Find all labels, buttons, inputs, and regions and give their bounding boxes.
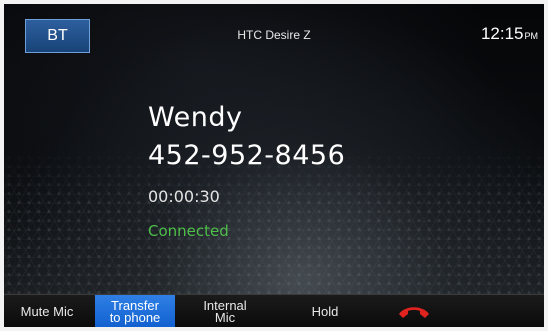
call-action-bar: Mute Mic Transfer to phone Internal Mic … [4, 294, 544, 327]
hold-button[interactable]: Hold [287, 295, 363, 327]
internal-mic-button[interactable]: Internal Mic [184, 295, 266, 327]
internal-label-line2: Mic [214, 309, 236, 325]
clock-time: 12:15 [480, 24, 524, 43]
call-duration: 00:00:30 [148, 187, 220, 206]
end-call-button[interactable] [374, 295, 454, 327]
bt-button[interactable]: BT [25, 19, 90, 53]
caller-name: Wendy [148, 102, 243, 133]
clock: 12:15PM [481, 24, 538, 44]
transfer-to-phone-button[interactable]: Transfer to phone [95, 295, 175, 327]
mute-mic-button[interactable]: Mute Mic [4, 295, 90, 327]
end-call-icon [399, 306, 429, 318]
device-name: HTC Desire Z [237, 28, 311, 42]
transfer-label-line2: to phone [109, 309, 161, 325]
call-status: Connected [148, 222, 229, 240]
caller-number: 452-952-8456 [148, 140, 346, 171]
clock-ampm: PM [524, 31, 539, 41]
call-screen: BT HTC Desire Z 12:15PM Wendy 452-952-84… [4, 4, 544, 327]
